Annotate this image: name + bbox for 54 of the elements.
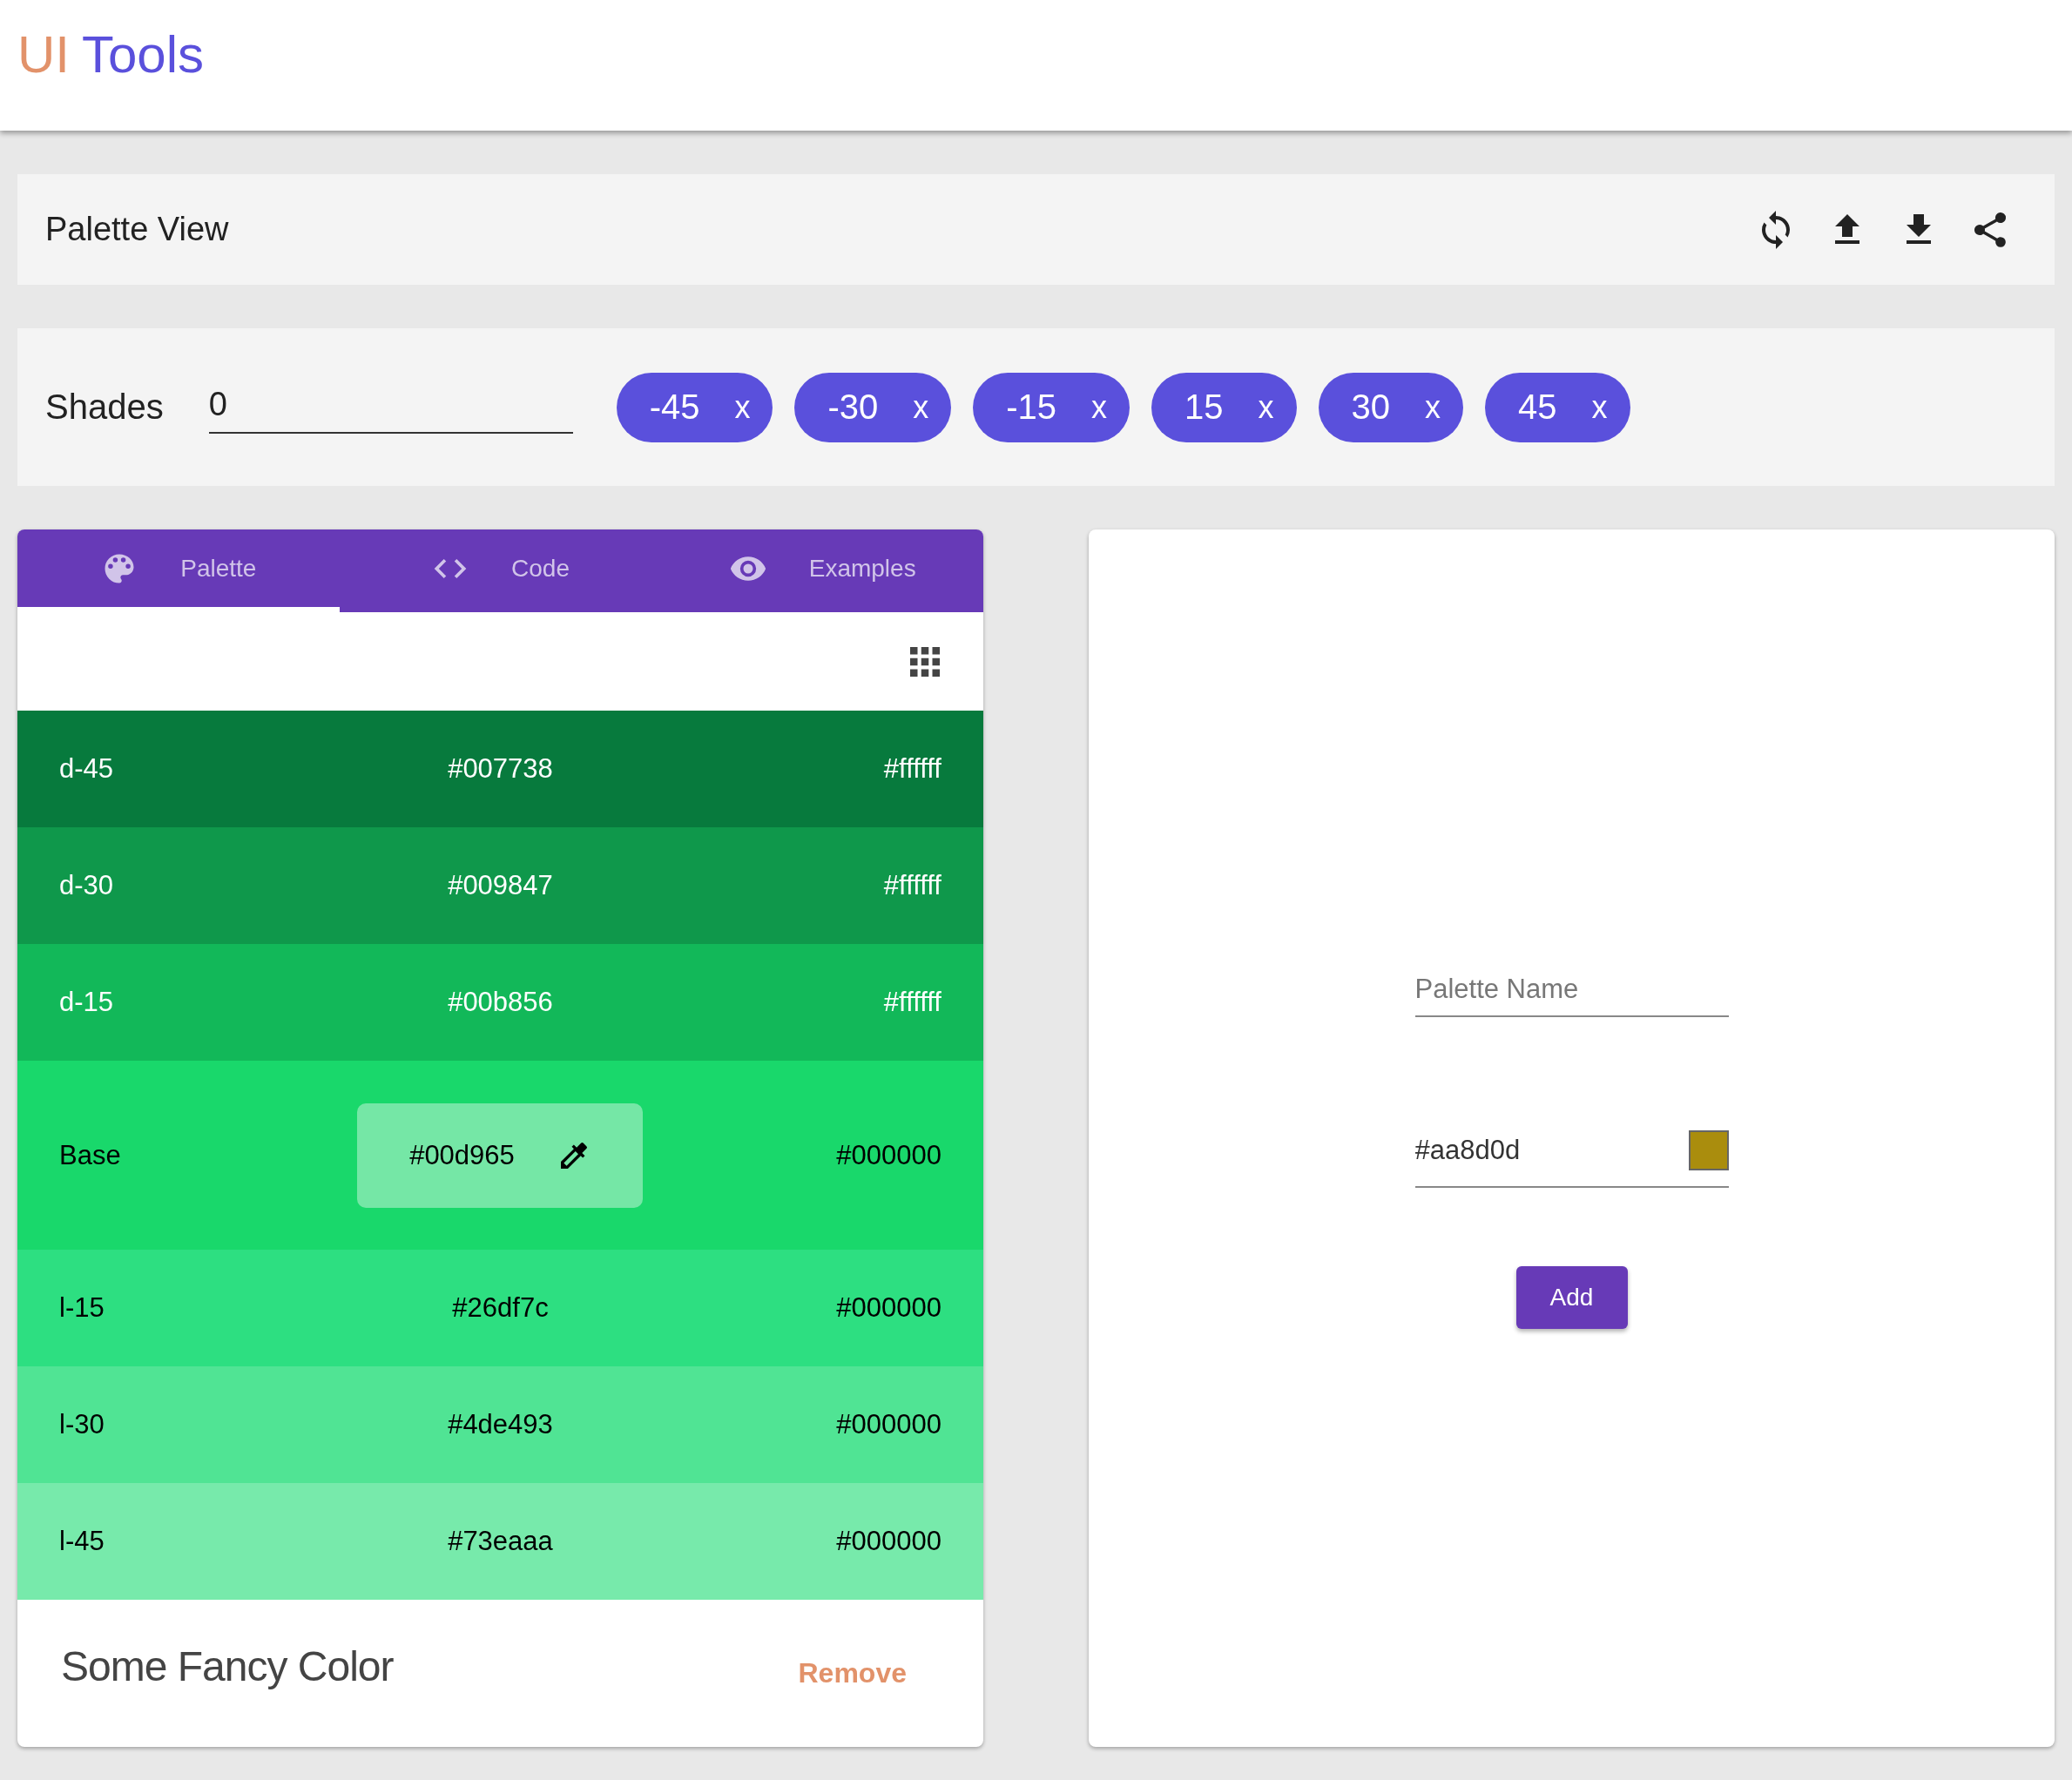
shades-label: Shades (45, 388, 164, 427)
tab[interactable]: Code (339, 529, 662, 612)
grid-icon[interactable] (910, 646, 940, 677)
shade-name: d-45 (59, 753, 115, 785)
shade-name: Base (59, 1139, 122, 1171)
hex-chip[interactable]: #00d965 (357, 1102, 644, 1208)
chip-label: 15 (1184, 388, 1224, 427)
hex-value: #26df7c (452, 1292, 549, 1324)
chip-label: 30 (1351, 388, 1391, 427)
contrast-value: #000000 (836, 1292, 942, 1324)
color-swatch[interactable] (1688, 1130, 1729, 1170)
chip-label: -15 (1006, 388, 1057, 427)
contrast-value: #000000 (836, 1409, 942, 1440)
color-name: Some Fancy Color (61, 1642, 394, 1690)
chip-remove[interactable]: x (734, 388, 751, 426)
chip-remove[interactable]: x (1591, 388, 1608, 426)
chip-remove[interactable]: x (913, 388, 929, 426)
contrast-value: #ffffff (883, 753, 942, 785)
shade-chip[interactable]: 45 x (1485, 372, 1630, 442)
shade-name: l-30 (59, 1409, 105, 1440)
tab[interactable]: Examples (661, 529, 983, 612)
chip-label: -45 (649, 388, 700, 427)
shade-chip[interactable]: -30 x (794, 372, 952, 442)
contrast-value: #000000 (836, 1526, 942, 1557)
app-title: UI (17, 24, 70, 84)
shade-chip[interactable]: 15 x (1151, 372, 1297, 442)
color-input[interactable]: #aa8d0d (1414, 1135, 1689, 1166)
hex-value: #00b856 (448, 987, 553, 1018)
chip-label: 45 (1518, 388, 1557, 427)
shades-input[interactable]: 0 (208, 381, 573, 434)
palette-name-field[interactable]: Palette Name (1414, 965, 1729, 1017)
chip-remove[interactable]: x (1425, 388, 1441, 426)
shade-name: d-30 (59, 870, 115, 901)
hex-value: #00d965 (409, 1139, 515, 1171)
contrast-value: #ffffff (883, 987, 942, 1018)
chip-label: -30 (827, 388, 879, 427)
chip-remove[interactable]: x (1258, 388, 1274, 426)
shade-name: l-45 (59, 1526, 105, 1557)
page-title: Palette View (45, 211, 230, 248)
shade-chip[interactable]: 30 x (1318, 372, 1464, 442)
add-button[interactable]: Add (1515, 1266, 1628, 1329)
shade-chip[interactable]: -15 x (973, 372, 1130, 442)
hex-value: #4de493 (448, 1409, 553, 1440)
chip-remove[interactable]: x (1091, 388, 1108, 426)
shade-chip[interactable]: -45 x (616, 372, 773, 442)
hex-value: #73eaaa (448, 1526, 553, 1557)
shade-name: l-15 (59, 1292, 105, 1324)
tab[interactable]: Palette (17, 529, 340, 612)
app-title: Tools (82, 24, 205, 84)
contrast-value: #000000 (836, 1139, 942, 1171)
shade-name: d-15 (59, 987, 115, 1018)
contrast-value: #ffffff (883, 870, 942, 901)
hex-value: #007738 (448, 753, 553, 785)
hex-value: #009847 (448, 870, 553, 901)
